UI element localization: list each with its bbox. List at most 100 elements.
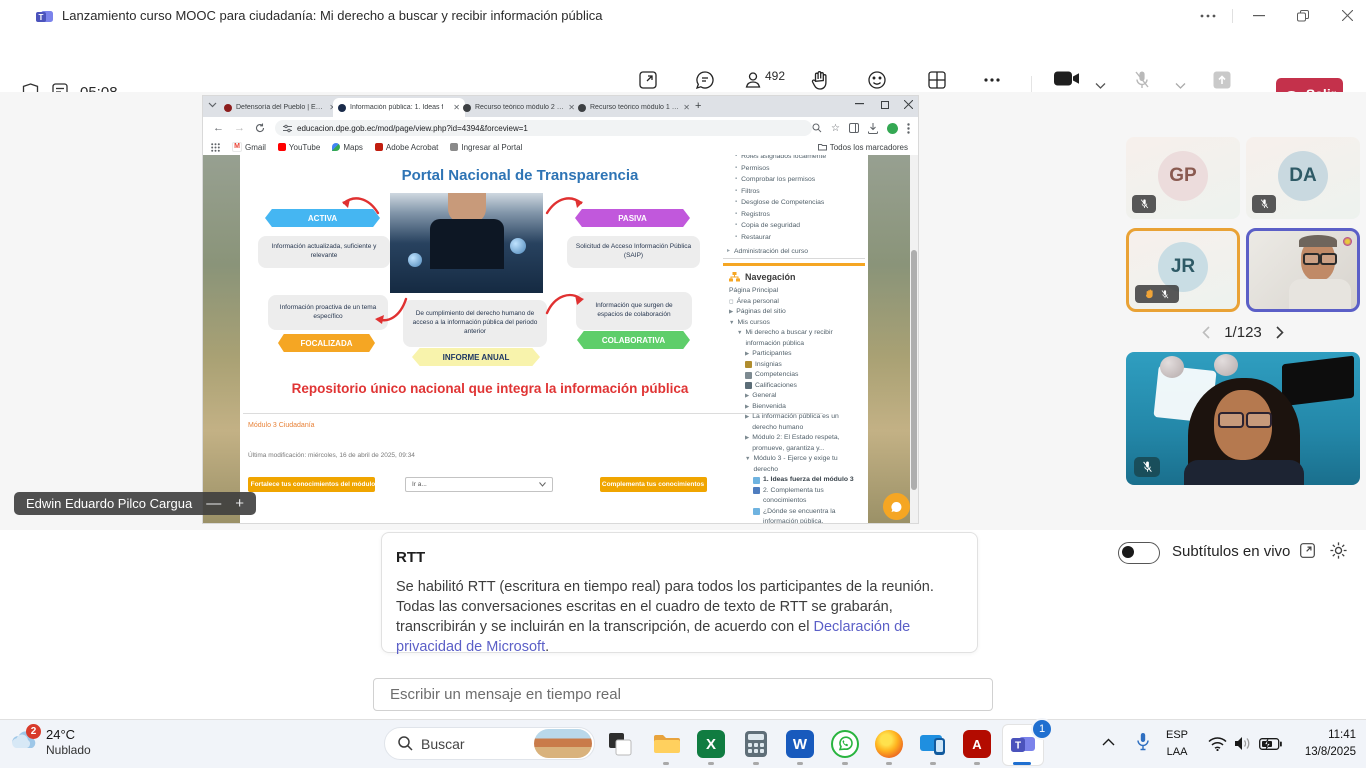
captions-popout-icon[interactable] (1299, 542, 1316, 559)
browser-minimize-icon[interactable] (855, 103, 864, 105)
nav-item[interactable]: Competencias (729, 370, 863, 381)
tray-mic-icon[interactable] (1136, 732, 1150, 752)
nav-item[interactable]: ▶Participantes (729, 349, 863, 360)
wifi-icon[interactable] (1208, 737, 1227, 751)
participant-tile-jr-hand-raised[interactable]: JR (1126, 228, 1240, 312)
file-explorer-button[interactable] (652, 730, 680, 758)
participant-tile-da[interactable]: DA (1246, 137, 1360, 219)
admin-item[interactable]: ▸Administración del curso (727, 246, 865, 258)
page-background-photo (868, 155, 910, 523)
nav-item[interactable]: ▼Módulo 3 - Ejerce y exige tu derecho (729, 454, 863, 475)
nav-item[interactable]: ▶Módulo 2: El Estado respeta, promueve, … (729, 433, 863, 454)
nav-item[interactable]: 2. Complementa tus conocimientos (729, 486, 863, 507)
close-button[interactable] (1325, 0, 1366, 31)
jump-to-select[interactable]: Ir a... (405, 477, 553, 492)
calculator-button[interactable] (742, 730, 770, 758)
chrome-profile-avatar[interactable] (887, 123, 898, 134)
participant-tile-gp[interactable]: GP (1126, 137, 1240, 219)
nav-item[interactable]: ▶General (729, 391, 863, 402)
captions-settings-gear-icon[interactable] (1329, 541, 1348, 560)
prev-page-icon[interactable] (1202, 326, 1210, 339)
admin-item[interactable]: ▪Comprobar los permisos (735, 174, 865, 186)
self-video-tile[interactable] (1126, 352, 1360, 485)
tab-search-chevron-icon[interactable] (208, 102, 217, 108)
speaker-hair (1299, 235, 1337, 247)
apps-grid-icon[interactable] (211, 143, 220, 152)
bookmark-acrobat[interactable]: Adobe Acrobat (375, 143, 438, 152)
search-in-page-icon[interactable] (812, 123, 822, 133)
admin-item[interactable]: ▪Registros (735, 209, 865, 221)
bookmark-portal[interactable]: Ingresar al Portal (450, 143, 522, 152)
zoom-out-button[interactable]: — (206, 495, 221, 512)
nav-item[interactable]: ▶Bienvenida (729, 402, 863, 413)
battery-icon[interactable] (1259, 738, 1282, 750)
more-options-button[interactable] (1186, 0, 1230, 31)
prev-module-button[interactable]: ◄ Fortalece tus conocimientos del módulo… (248, 477, 375, 492)
nav-item[interactable]: ▶La información pública es un derecho hu… (729, 412, 863, 433)
admin-item[interactable]: ▪Roles asignados localmente (735, 155, 865, 163)
firefox-button[interactable] (875, 730, 903, 758)
bookmark-star-icon[interactable]: ☆ (831, 123, 840, 134)
nav-item-current[interactable]: 1. Ideas fuerza del módulo 3 (729, 475, 863, 486)
nav-item[interactable]: ¿Dónde se encuentra la información públi… (729, 507, 863, 524)
bing-daily-image[interactable] (534, 729, 592, 758)
bookmark-maps[interactable]: Maps (332, 143, 363, 152)
zoom-in-button[interactable]: + (235, 495, 244, 512)
new-tab-button[interactable]: + (695, 100, 701, 112)
next-module-button[interactable]: 2. Complementa tus conocimientos ► (600, 477, 707, 492)
weather-alert-badge: 2 (26, 724, 41, 739)
next-page-icon[interactable] (1276, 326, 1284, 339)
browser-tab[interactable]: Recurso teórico módulo 1 (1) ✕ (573, 98, 695, 117)
nav-item[interactable]: Insignias (729, 360, 863, 371)
rtt-message-input[interactable] (373, 678, 993, 711)
admin-item[interactable]: ▪Permisos (735, 163, 865, 175)
word-button[interactable]: W (786, 730, 814, 758)
chrome-menu-icon[interactable] (907, 123, 910, 134)
participant-tile-speaker-video[interactable] (1246, 228, 1360, 312)
nav-item[interactable]: Calificaciones (729, 381, 863, 392)
bookmark-gmail[interactable]: MGmail (232, 142, 266, 152)
reload-icon[interactable] (255, 123, 265, 133)
chat-bubble-fab[interactable] (883, 493, 910, 520)
keyboard-language[interactable]: ESP LAA (1166, 727, 1188, 761)
minimize-button[interactable] (1237, 0, 1281, 31)
task-view-button[interactable] (607, 731, 633, 757)
camera-chevron-icon[interactable] (1095, 82, 1106, 89)
gallery-pagination: 1/123 (1126, 324, 1360, 341)
side-panel-icon[interactable] (849, 123, 859, 133)
nav-item[interactable]: ◻Área personal (729, 297, 863, 308)
nav-item[interactable]: ▼Mi derecho a buscar y recibir informaci… (729, 328, 863, 349)
tab-close-icon[interactable]: ✕ (683, 103, 690, 112)
browser-maximize-icon[interactable] (881, 101, 889, 109)
browser-close-icon[interactable] (904, 100, 913, 109)
tray-expand-button[interactable] (1102, 738, 1115, 746)
whatsapp-button[interactable] (831, 730, 859, 758)
restore-button[interactable] (1281, 0, 1325, 31)
live-captions-toggle[interactable] (1118, 542, 1160, 564)
url-field[interactable]: educacion.dpe.gob.ec/mod/page/view.php?i… (275, 120, 812, 136)
taskbar-search[interactable]: Buscar (384, 727, 595, 760)
browser-tab-active[interactable]: Información pública: 1. Ideas f ✕ (333, 98, 465, 117)
acrobat-button[interactable]: A (963, 730, 991, 758)
volume-icon[interactable] (1234, 736, 1251, 751)
phone-link-button[interactable] (919, 730, 947, 758)
admin-item[interactable]: ▪Restaurar (735, 232, 865, 244)
admin-item[interactable]: ▪Filtros (735, 186, 865, 198)
browser-tab[interactable]: Defensoría del Pueblo | Ecuad ✕ (219, 98, 341, 117)
browser-tab[interactable]: Recurso teórico módulo 2 (1) ✕ (458, 98, 580, 117)
nav-item[interactable]: ▼Mis cursos (729, 318, 863, 329)
scrollbar-thumb[interactable] (911, 250, 917, 490)
bookmark-youtube[interactable]: YouTube (278, 143, 320, 152)
admin-item[interactable]: ▪Desglose de Competencias (735, 197, 865, 209)
mic-chevron-icon[interactable] (1175, 82, 1186, 89)
download-icon[interactable] (868, 123, 878, 134)
taskbar-clock[interactable]: 11:41 13/8/2025 (1294, 727, 1356, 761)
module-link[interactable]: Módulo 3 Ciudadanía (248, 422, 315, 429)
forward-icon[interactable]: → (234, 122, 245, 134)
nav-item[interactable]: Página Principal (729, 286, 863, 297)
excel-button[interactable]: X (697, 730, 725, 758)
admin-item[interactable]: ▪Copia de seguridad (735, 220, 865, 232)
back-icon[interactable]: ← (213, 122, 224, 134)
all-bookmarks-button[interactable]: Todos los marcadores (818, 143, 908, 152)
nav-item[interactable]: ▶Páginas del sitio (729, 307, 863, 318)
